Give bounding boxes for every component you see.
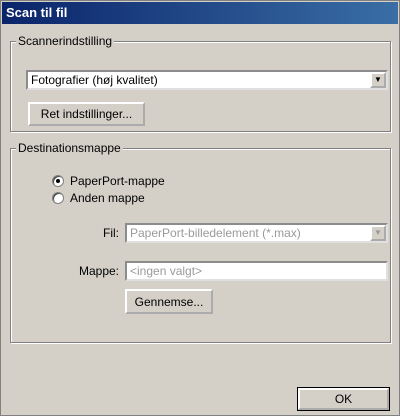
folder-label: Mappe: — [78, 264, 119, 278]
radio-paperport-label: PaperPort-mappe — [70, 174, 165, 188]
edit-settings-button[interactable]: Ret indstillinger... — [28, 102, 145, 126]
radio-paperport-folder[interactable]: PaperPort-mappe — [52, 174, 165, 188]
chevron-down-icon[interactable]: ▼ — [370, 225, 386, 241]
file-type-value: PaperPort-billedelement (*.max) — [130, 226, 301, 240]
file-label: Fil: — [103, 226, 119, 240]
chevron-down-icon[interactable]: ▼ — [370, 72, 386, 88]
folder-path-input[interactable]: <ingen valgt> — [125, 261, 388, 281]
folder-path-value: <ingen valgt> — [130, 264, 203, 278]
browse-button[interactable]: Gennemse... — [125, 289, 213, 314]
ok-button[interactable]: OK — [297, 387, 390, 411]
radio-unchecked-icon[interactable] — [52, 192, 64, 204]
dialog-title: Scan til fil — [2, 2, 398, 24]
destination-folder-legend: Destinationsmappe — [16, 141, 123, 155]
scan-to-file-dialog: Scan til fil Scannerindstilling Fotograf… — [0, 0, 400, 416]
scan-quality-value: Fotografier (høj kvalitet) — [31, 73, 158, 87]
scan-quality-select[interactable]: Fotografier (høj kvalitet) ▼ — [26, 70, 388, 90]
radio-other-label: Anden mappe — [70, 191, 145, 205]
radio-other-folder[interactable]: Anden mappe — [52, 191, 145, 205]
radio-checked-icon[interactable] — [52, 175, 64, 187]
scanner-settings-legend: Scannerindstilling — [16, 34, 115, 48]
file-type-select[interactable]: PaperPort-billedelement (*.max) ▼ — [125, 223, 388, 243]
